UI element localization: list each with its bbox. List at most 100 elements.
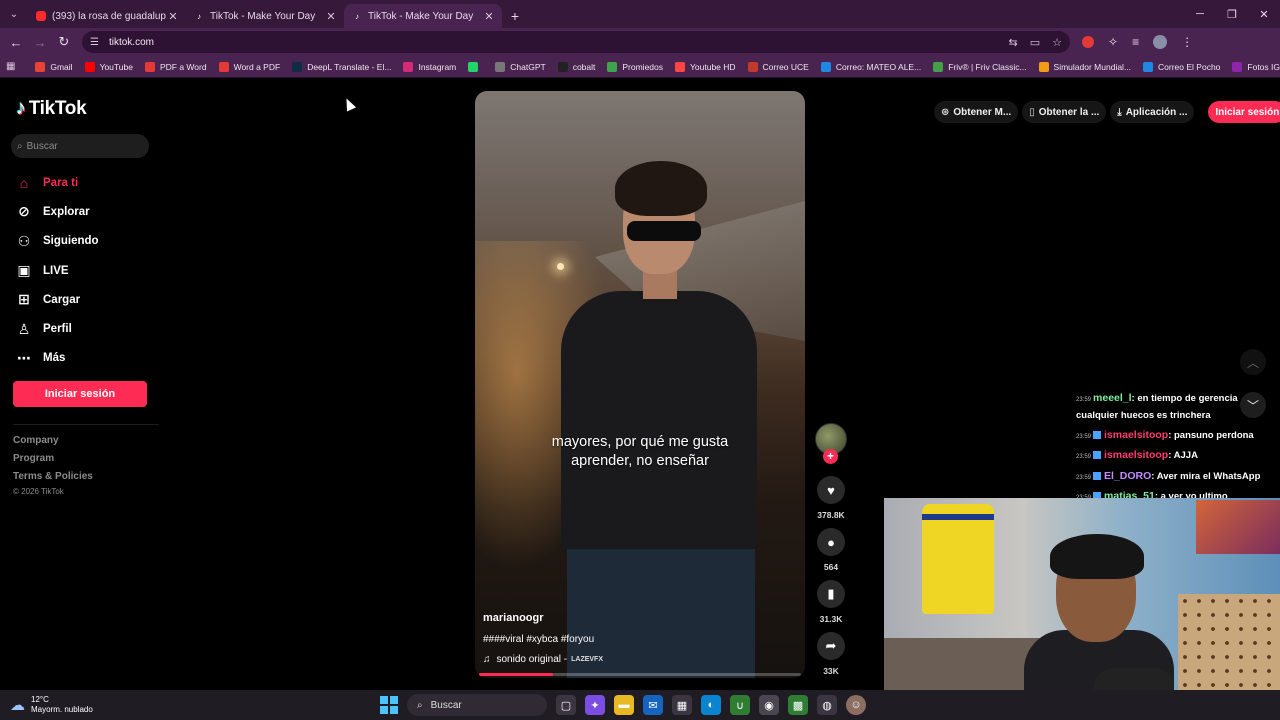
sidebar-nav: ⌂ Para ti ⊘ Explorar ⚇ Siguiendo ▣ LIVE …	[15, 168, 155, 373]
bookmark-item[interactable]	[468, 61, 483, 72]
video-username[interactable]: marianoogr	[483, 612, 544, 624]
extensions-puzzle-icon[interactable]: ✧	[1108, 35, 1118, 49]
chat-timestamp: 23:59	[1076, 454, 1092, 460]
tab-title: TikTok - Make Your Day	[210, 10, 316, 22]
bookmark-label: Youtube HD	[690, 61, 736, 72]
share-arrow-icon[interactable]: ➦	[817, 632, 845, 660]
tab-close-icon[interactable]: ✕	[166, 10, 180, 23]
sidebar-item-perfil[interactable]: ♙ Perfil	[15, 314, 155, 343]
sidebar-login-button[interactable]: Iniciar sesión	[13, 381, 147, 407]
bookmark-item[interactable]: Simulador Mundial...	[1038, 61, 1131, 72]
bookmark-item[interactable]: Correo: MATEO ALE...	[820, 61, 921, 72]
github-icon[interactable]: ◍	[817, 695, 837, 715]
sidebar-item-live[interactable]: ▣ LIVE	[15, 256, 155, 285]
header-login-button[interactable]: Iniciar sesión	[1208, 101, 1280, 123]
bookmark-icon[interactable]: ▮	[817, 580, 845, 608]
comment-icon[interactable]: ●	[817, 528, 845, 556]
windows-start-icon[interactable]	[380, 696, 398, 714]
video-progress-bar[interactable]	[479, 673, 801, 676]
outlook-icon[interactable]: ✉	[643, 695, 663, 715]
tiktok-logo[interactable]: ♪ TikTok	[16, 97, 87, 120]
bookmark-favicon-icon	[218, 61, 229, 72]
back-arrow-icon[interactable]: ←	[4, 35, 28, 50]
address-bar[interactable]: ☰ tiktok.com ⇆ ▭ ☆	[82, 31, 1070, 53]
taskbar-search[interactable]: ⌕ Buscar	[407, 694, 547, 716]
more-icon: ⋯	[17, 349, 31, 366]
bookmark-item[interactable]: Word a PDF	[218, 61, 280, 72]
sidebar-item-label: Explorar	[43, 205, 90, 218]
bookmark-item[interactable]: Gmail	[35, 61, 73, 72]
upload-icon: ⊞	[18, 291, 30, 308]
minimize-icon[interactable]: ─	[1184, 8, 1216, 20]
new-tab-button[interactable]: +	[502, 4, 528, 28]
sidebar-item-explorar[interactable]: ⊘ Explorar	[15, 197, 155, 226]
bookmark-item[interactable]: Youtube HD	[675, 61, 736, 72]
bookmark-item[interactable]: YouTube	[84, 61, 133, 72]
bookmark-item[interactable]: DeepL Translate - El...	[292, 61, 391, 72]
video-hashtags[interactable]: ####viral #xybca #foryou	[483, 634, 594, 645]
bookmark-star-icon[interactable]: ☆	[1052, 36, 1062, 49]
forward-arrow-icon[interactable]: →	[28, 35, 52, 50]
app-u-icon[interactable]: ∪	[730, 695, 750, 715]
bookmark-item[interactable]: ChatGPT	[495, 61, 546, 72]
sidebar-item-cargar[interactable]: ⊞ Cargar	[15, 285, 155, 314]
follow-plus-icon[interactable]: +	[823, 449, 838, 464]
copilot-icon[interactable]: ✦	[585, 695, 605, 715]
sidebar-item-label: LIVE	[43, 264, 69, 277]
desktop-app-button[interactable]: ⤓ Aplicación ...	[1110, 101, 1195, 123]
reading-list-icon[interactable]: ≡	[1132, 35, 1139, 49]
comment-action[interactable]: ● 564	[814, 528, 848, 572]
like-action[interactable]: ♥ 378.8K	[814, 476, 848, 520]
close-window-icon[interactable]: ✕	[1248, 8, 1280, 21]
minecraft-icon[interactable]: ▩	[788, 695, 808, 715]
tab-search-button[interactable]: ⌄	[0, 0, 28, 28]
extension-icon[interactable]	[1082, 36, 1094, 48]
footer-link-program[interactable]: Program	[13, 453, 93, 471]
weather-widget[interactable]: ☁ 12°C Mayorm. nublado	[10, 695, 93, 715]
reload-icon[interactable]: ↻	[52, 34, 76, 50]
edge-icon[interactable]: ◐	[701, 695, 721, 715]
menu-kebab-icon[interactable]: ⋮	[1181, 35, 1193, 49]
sidebar-item-mas[interactable]: ⋯ Más	[15, 344, 155, 373]
bookmark-item[interactable]: cobalt	[557, 61, 595, 72]
user-avatar-icon[interactable]: ☺	[846, 695, 866, 715]
restore-icon[interactable]: ❐	[1216, 8, 1248, 21]
bookmark-favicon-icon	[35, 61, 46, 72]
store-icon[interactable]: ▦	[672, 695, 692, 715]
chrome-icon[interactable]: ◉	[759, 695, 779, 715]
search-box[interactable]: ⌕	[11, 134, 149, 158]
profile-avatar-icon[interactable]	[1153, 35, 1168, 49]
bookmark-item[interactable]: Instagram	[403, 61, 456, 72]
sidebar-item-siguiendo[interactable]: ⚇ Siguiendo	[15, 227, 155, 256]
tab-close-icon[interactable]: ✕	[324, 10, 338, 23]
previous-video-chevron-up-icon[interactable]: ︿	[1240, 349, 1266, 375]
bookmark-item[interactable]: Promiedos	[607, 61, 663, 72]
bookmark-item[interactable]: Correo UCE	[747, 61, 809, 72]
footer-link-company[interactable]: Company	[13, 435, 93, 453]
bookmark-item[interactable]: Fotos IG	[1232, 61, 1280, 72]
translate-icon[interactable]: ⇆	[1009, 36, 1018, 49]
apps-grid-icon[interactable]: ▦	[6, 61, 23, 72]
bookmark-label: YouTube	[99, 61, 133, 72]
bookmark-item[interactable]: Correo El Pocho	[1143, 61, 1220, 72]
get-coins-button[interactable]: ⊛ Obtener M...	[934, 101, 1019, 123]
tab-0[interactable]: (393) la rosa de guadalupe - Yo ✕	[28, 4, 186, 28]
heart-icon[interactable]: ♥	[817, 476, 845, 504]
share-action[interactable]: ➦ 33K	[814, 632, 848, 676]
chat-text: : pansuno perdona	[1168, 429, 1254, 441]
file-explorer-icon[interactable]: ▬	[614, 695, 634, 715]
task-view-icon[interactable]: ▢	[556, 695, 576, 715]
tab-close-icon[interactable]: ✕	[482, 10, 496, 23]
video-sound[interactable]: ♫ sonido original - LAZEVFX	[483, 654, 603, 665]
tab-1[interactable]: ♪ TikTok - Make Your Day ✕	[186, 4, 344, 28]
get-app-button[interactable]: ▯ Obtener la ...	[1022, 101, 1107, 123]
bookmark-item[interactable]: PDF a Word	[144, 61, 207, 72]
sidebar-item-para-ti[interactable]: ⌂ Para ti	[15, 168, 155, 197]
save-action[interactable]: ▮ 31.3K	[814, 580, 848, 624]
search-input[interactable]	[26, 140, 137, 152]
video-player[interactable]: mayores, por qué me gusta aprender, no e…	[475, 91, 805, 678]
cast-icon[interactable]: ▭	[1030, 36, 1040, 49]
bookmark-item[interactable]: Friv® | Friv Classic...	[933, 61, 1027, 72]
site-info-icon[interactable]: ☰	[90, 37, 99, 48]
tab-2-active[interactable]: ♪ TikTok - Make Your Day ✕	[344, 4, 502, 28]
